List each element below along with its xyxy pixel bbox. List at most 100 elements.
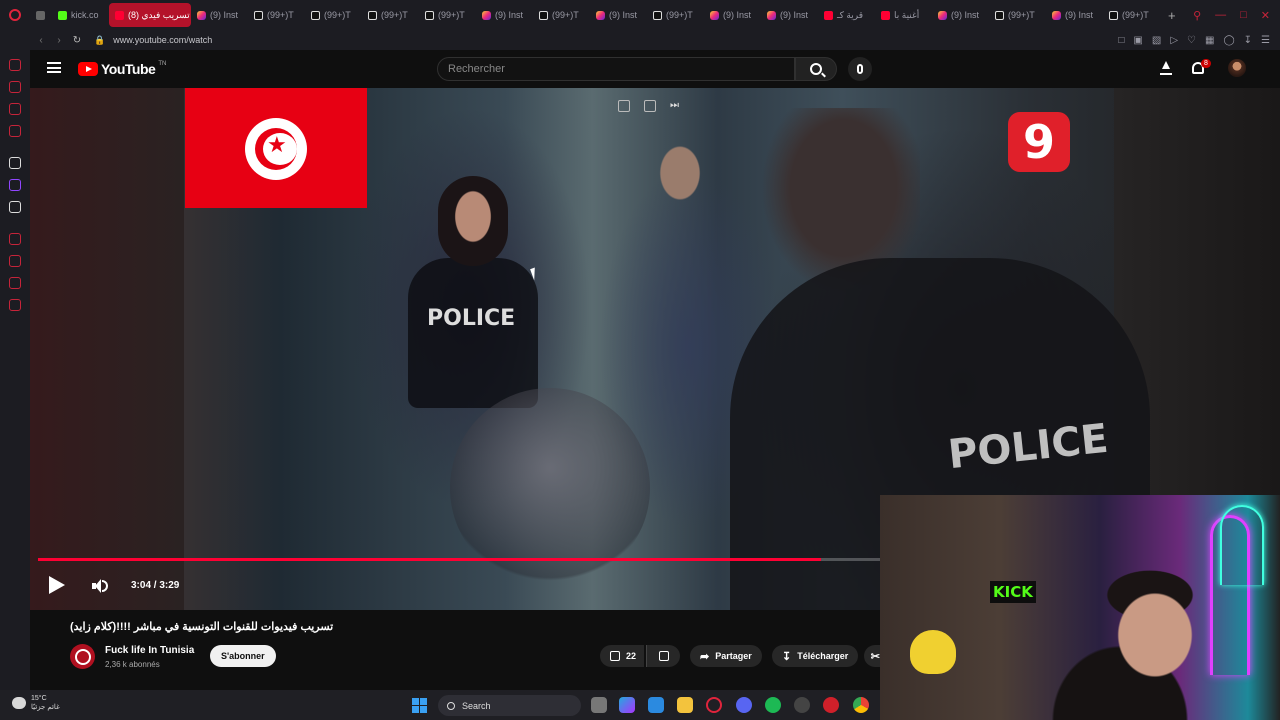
- youtube-logo[interactable]: YouTube TN: [78, 61, 166, 77]
- webcam-overlay: KICK: [880, 495, 1280, 720]
- subscribe-button[interactable]: S'abonner: [210, 645, 276, 667]
- browser-tab[interactable]: (9) Inst: [1046, 3, 1103, 27]
- lock-icon[interactable]: 🔒: [94, 35, 105, 46]
- bookmark-icon[interactable]: □: [1118, 35, 1124, 46]
- browser-tab[interactable]: (99+)T: [1103, 3, 1160, 27]
- search-icon: [447, 701, 455, 710]
- play-button[interactable]: [49, 576, 65, 594]
- search-tabs-icon[interactable]: ⚲: [1193, 9, 1201, 22]
- chrome-icon[interactable]: [853, 697, 869, 713]
- browser-tab-label: (9) Inst: [609, 10, 638, 20]
- settings-icon[interactable]: [9, 299, 21, 311]
- picture-in-picture-icon[interactable]: [618, 100, 630, 112]
- cloud-icon: [12, 697, 26, 709]
- url-field[interactable]: www.youtube.com/watch: [113, 35, 212, 45]
- snapshot-icon[interactable]: ▣: [1133, 35, 1142, 46]
- x-icon[interactable]: [9, 201, 21, 213]
- instagram-icon: [482, 10, 491, 20]
- store-icon[interactable]: [648, 697, 664, 713]
- windows-taskbar: 15°C غائم جزئيًا Search: [0, 690, 880, 720]
- exit-icon[interactable]: [644, 100, 656, 112]
- easy-setup-icon[interactable]: ☰: [1261, 35, 1270, 46]
- voice-search-button[interactable]: [848, 57, 872, 81]
- history-icon[interactable]: [9, 233, 21, 245]
- browser-tab[interactable]: (99+)T: [362, 3, 419, 27]
- police-vest: [408, 258, 538, 408]
- skip-icon[interactable]: ⏭: [670, 100, 682, 112]
- reload-button[interactable]: ↻: [68, 35, 86, 46]
- tiktok-icon: [425, 10, 434, 20]
- task-view-icon[interactable]: [591, 697, 607, 713]
- browser-tab[interactable]: (9) Inst: [932, 3, 989, 27]
- discord-icon[interactable]: [736, 697, 752, 713]
- opera-gx-icon[interactable]: [706, 697, 722, 713]
- maximize-button[interactable]: □: [1240, 9, 1247, 22]
- browser-tab[interactable]: (99+)T: [989, 3, 1046, 27]
- browser-tab[interactable]: (9) Inst: [704, 3, 761, 27]
- browser-tab[interactable]: (99+)T: [533, 3, 590, 27]
- aria-icon[interactable]: [9, 157, 21, 169]
- browser-tab[interactable]: kick.co: [52, 3, 109, 27]
- download-button[interactable]: ↧ Télécharger: [772, 645, 859, 667]
- mic-icon: [857, 64, 863, 74]
- downloads-icon[interactable]: ↧: [1244, 35, 1252, 46]
- account-avatar[interactable]: [1228, 59, 1246, 77]
- extensions-icon[interactable]: ▦: [1205, 35, 1214, 46]
- browser-tab[interactable]: تسريب فيدي (8): [109, 3, 191, 27]
- gx-corner-icon[interactable]: [9, 81, 21, 93]
- share-button[interactable]: ➦ Partager: [690, 645, 762, 667]
- browser-tab[interactable]: (9) Inst: [590, 3, 647, 27]
- clip-button[interactable]: ✂: [864, 645, 880, 667]
- messenger-icon[interactable]: [9, 103, 21, 115]
- new-tab-button[interactable]: +: [1160, 8, 1184, 23]
- browser-tab-label: (9) Inst: [1065, 10, 1094, 20]
- instagram-icon: [938, 10, 947, 20]
- opera-menu-icon[interactable]: [0, 0, 30, 30]
- copilot-icon[interactable]: [619, 697, 635, 713]
- spotify-icon[interactable]: [765, 697, 781, 713]
- windows-start-icon[interactable]: [412, 698, 427, 713]
- tiktok-icon: [1109, 10, 1118, 20]
- close-button[interactable]: ✕: [1261, 9, 1270, 22]
- browser-tab[interactable]: (99+)T: [647, 3, 704, 27]
- weather-widget[interactable]: 15°C غائم جزئيًا: [12, 694, 60, 712]
- browser-tab[interactable]: قرية كـ: [818, 3, 875, 27]
- clock-icon[interactable]: [9, 255, 21, 267]
- player-icon[interactable]: ▷: [1170, 35, 1178, 46]
- browser-tab[interactable]: (99+)T: [248, 3, 305, 27]
- twitch-icon[interactable]: [9, 179, 21, 191]
- channel-avatar[interactable]: [70, 644, 95, 669]
- browser-tab[interactable]: (99+)T: [305, 3, 362, 27]
- progress-bar[interactable]: [38, 558, 880, 561]
- browser-tab[interactable]: (9) Inst: [191, 3, 248, 27]
- pinboard-icon[interactable]: [9, 277, 21, 289]
- taskbar-search[interactable]: Search: [438, 695, 581, 716]
- browser-tab[interactable]: أغنية با: [875, 3, 932, 27]
- search-input[interactable]: Rechercher: [437, 57, 795, 81]
- youtube-header: YouTube TN Rechercher 8: [30, 50, 1280, 88]
- profile-icon[interactable]: ◯: [1223, 35, 1234, 46]
- opera-icon[interactable]: [823, 697, 839, 713]
- browser-tab[interactable]: [30, 3, 52, 27]
- browser-tab[interactable]: (99+)T: [419, 3, 476, 27]
- back-button[interactable]: ‹: [32, 35, 50, 46]
- like-button[interactable]: 22: [600, 645, 645, 667]
- search-icon: [810, 63, 822, 75]
- vpn-icon[interactable]: ▧: [1152, 35, 1161, 46]
- search-button[interactable]: [795, 57, 837, 81]
- video-title: تسريب فيديوات للقنوات التونسية في مباشر …: [70, 621, 334, 633]
- browser-tab[interactable]: (9) Inst: [761, 3, 818, 27]
- create-upload-icon[interactable]: [1158, 60, 1174, 76]
- gx-control-icon[interactable]: [9, 59, 21, 71]
- dislike-button[interactable]: [646, 645, 680, 667]
- forward-button[interactable]: ›: [50, 35, 68, 46]
- heart-icon[interactable]: ♡: [1187, 35, 1196, 46]
- file-explorer-icon[interactable]: [677, 697, 693, 713]
- minimize-button[interactable]: —: [1215, 9, 1226, 22]
- scissors-icon: ✂: [870, 650, 880, 663]
- steam-icon[interactable]: [794, 697, 810, 713]
- menu-icon[interactable]: [47, 62, 61, 73]
- channel-name[interactable]: Fuck life In Tunisia: [105, 645, 194, 656]
- player-sidebar-icon[interactable]: [9, 125, 21, 137]
- browser-tab[interactable]: (9) Inst: [476, 3, 533, 27]
